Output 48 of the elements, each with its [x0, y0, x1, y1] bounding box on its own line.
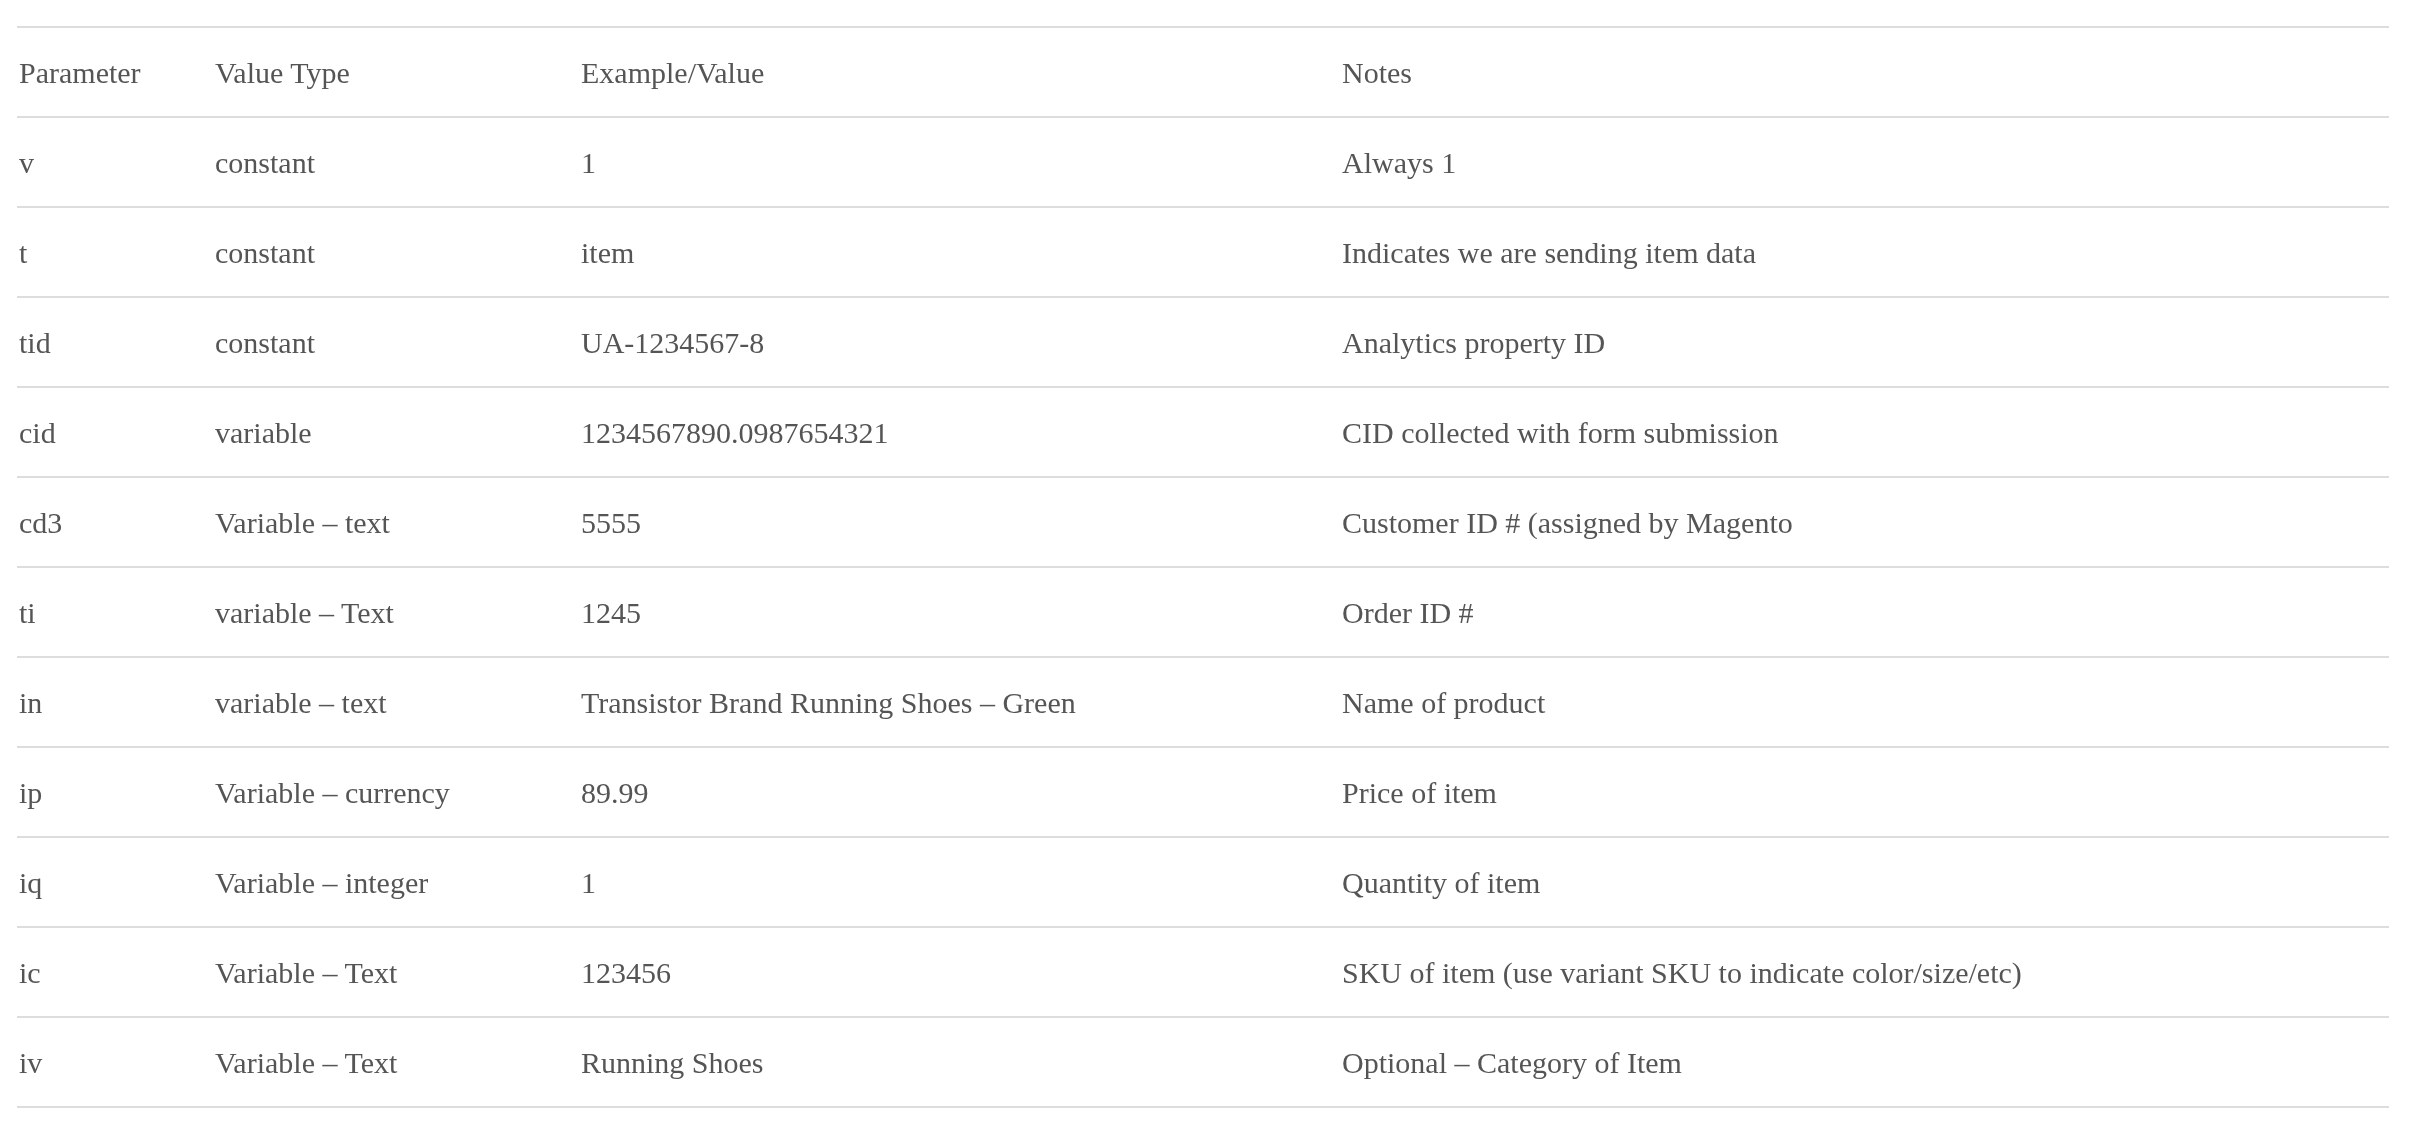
- table-cell: Variable – text: [215, 505, 390, 539]
- table-cell: 1234567890.0987654321: [581, 415, 889, 449]
- table-cell: 1245: [581, 595, 641, 629]
- table-cell: variable – Text: [215, 595, 394, 629]
- table-cell: ti: [19, 595, 36, 629]
- column-header: Parameter: [19, 55, 141, 89]
- table-cell: cid: [19, 415, 56, 449]
- table-cell: tid: [19, 325, 51, 359]
- table-cell: 123456: [581, 955, 671, 989]
- table-cell: 1: [581, 865, 596, 899]
- table-cell: UA-1234567-8: [581, 325, 765, 359]
- table-cell: 1: [581, 145, 596, 179]
- column-header: Example/Value: [581, 55, 765, 89]
- table-cell: variable: [215, 415, 312, 449]
- table-cell: 5555: [581, 505, 641, 539]
- table-cell: Variable – Text: [215, 955, 398, 989]
- table-cell: 89.99: [581, 775, 649, 809]
- table-cell: Name of product: [1342, 685, 1546, 719]
- table-cell: Running Shoes: [581, 1045, 764, 1079]
- table-cell: item: [581, 235, 635, 269]
- table-cell: in: [19, 685, 43, 719]
- table-cell: cd3: [19, 505, 63, 539]
- table-cell: t: [19, 235, 28, 269]
- table-cell: ic: [19, 955, 41, 989]
- table-cell: Always 1: [1342, 145, 1457, 179]
- table-cell: Variable – currency: [215, 775, 450, 809]
- table-cell: Variable – integer: [215, 865, 429, 899]
- table-cell: Price of item: [1342, 775, 1497, 809]
- table-cell: Indicates we are sending item data: [1342, 235, 1756, 269]
- table-cell: Transistor Brand Running Shoes – Green: [581, 685, 1076, 719]
- table-cell: constant: [215, 325, 315, 359]
- table-cell: ip: [19, 775, 43, 809]
- column-header: Value Type: [215, 55, 350, 89]
- table-cell: iv: [19, 1045, 43, 1079]
- table-cell: variable – text: [215, 685, 387, 719]
- table-cell: Order ID #: [1342, 595, 1474, 629]
- table-cell: Variable – Text: [215, 1045, 398, 1079]
- table-cell: constant: [215, 235, 315, 269]
- table-cell: Analytics property ID: [1342, 325, 1606, 359]
- table-cell: SKU of item (use variant SKU to indicate color/size/etc): [1342, 955, 2022, 989]
- table-cell: v: [19, 145, 34, 179]
- column-header: Notes: [1342, 55, 1412, 89]
- table-cell: constant: [215, 145, 315, 179]
- table-cell: Customer ID # (assigned by Magento: [1342, 505, 1793, 539]
- table-cell: iq: [19, 865, 43, 899]
- table-cell: CID collected with form submission: [1342, 415, 1779, 449]
- table-cell: Optional – Category of Item: [1342, 1045, 1682, 1079]
- table-cell: Quantity of item: [1342, 865, 1541, 899]
